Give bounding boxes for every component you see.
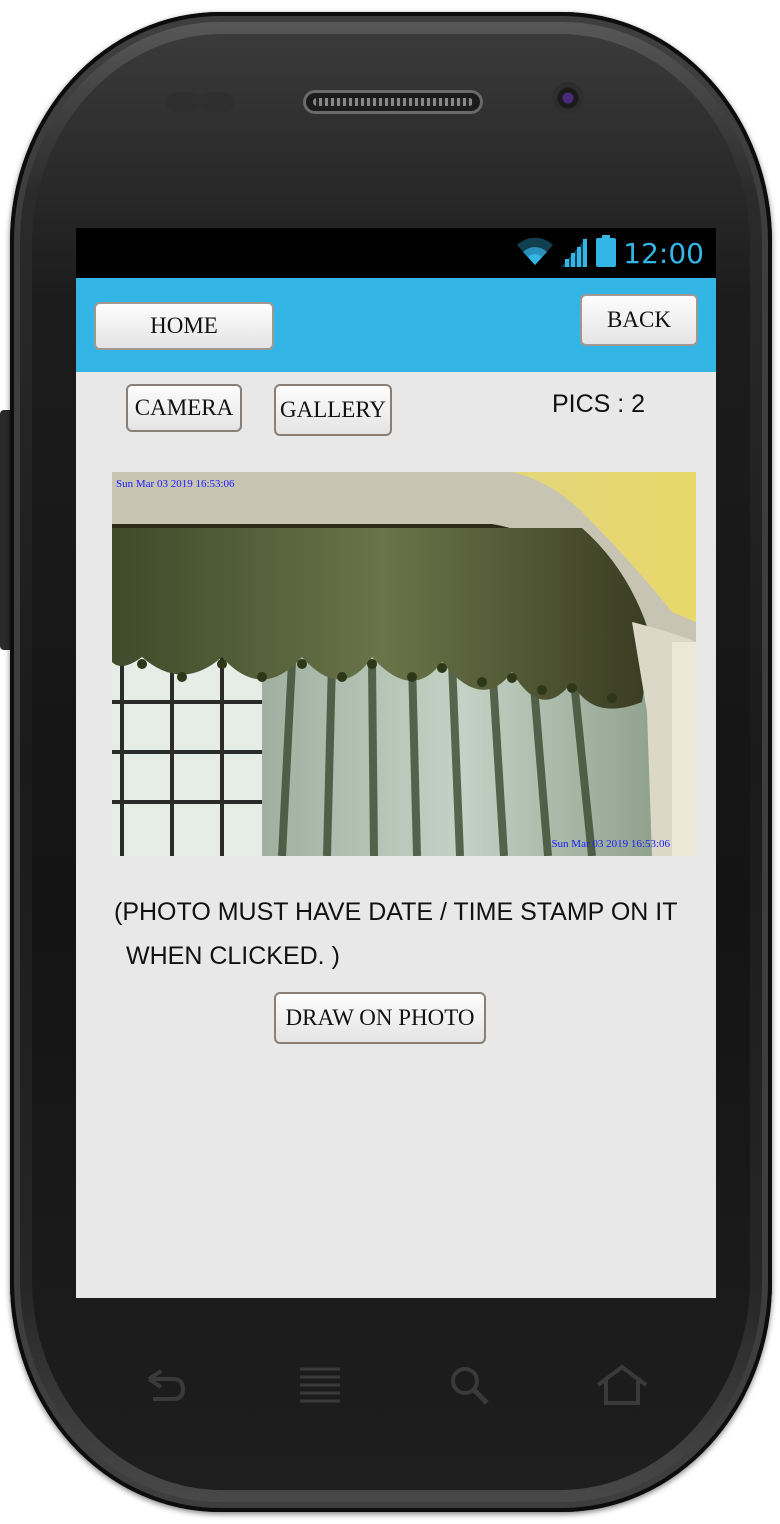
search-key-icon[interactable] — [440, 1360, 500, 1410]
signal-icon — [561, 235, 589, 272]
gallery-button[interactable]: GALLERY — [274, 384, 392, 436]
instruction-note: (PHOTO MUST HAVE DATE / TIME STAMP ON IT… — [114, 890, 714, 978]
instruction-line-1: (PHOTO MUST HAVE DATE / TIME STAMP ON IT — [114, 898, 678, 926]
hardware-nav-keys — [0, 1360, 780, 1420]
draw-on-photo-button[interactable]: DRAW ON PHOTO — [274, 992, 486, 1044]
home-button[interactable]: HOME — [94, 302, 274, 350]
battery-icon — [595, 234, 617, 272]
app-header: HOME BACK — [76, 278, 716, 372]
wifi-icon — [515, 235, 555, 272]
status-time: 12:00 — [623, 236, 704, 270]
instruction-line-2: WHEN CLICKED. ) — [126, 942, 340, 970]
status-bar: 12:00 — [76, 228, 716, 278]
front-camera-lens — [552, 82, 584, 114]
menu-key-icon[interactable] — [290, 1360, 350, 1410]
home-key-icon[interactable] — [592, 1360, 652, 1410]
photo-timestamp-top: Sun Mar 03 2019 16:53:06 — [116, 478, 235, 490]
photo-image — [112, 472, 696, 856]
light-sensor — [200, 92, 234, 112]
side-volume-button — [0, 410, 10, 650]
proximity-sensor — [166, 92, 200, 112]
photo-timestamp-bottom: Sun Mar 03 2019 16:53:06 — [551, 838, 670, 850]
back-key-icon[interactable] — [134, 1360, 194, 1410]
pics-count: PICS : 2 — [552, 390, 646, 418]
earpiece-speaker — [303, 90, 483, 114]
camera-button[interactable]: CAMERA — [126, 384, 242, 432]
captured-photo[interactable]: Sun Mar 03 2019 16:53:06 Sun Mar 03 2019… — [112, 472, 696, 856]
phone-screen: 12:00 HOME BACK CAMERA GALLERY PICS : 2 — [76, 228, 716, 1298]
back-button[interactable]: BACK — [580, 294, 698, 346]
